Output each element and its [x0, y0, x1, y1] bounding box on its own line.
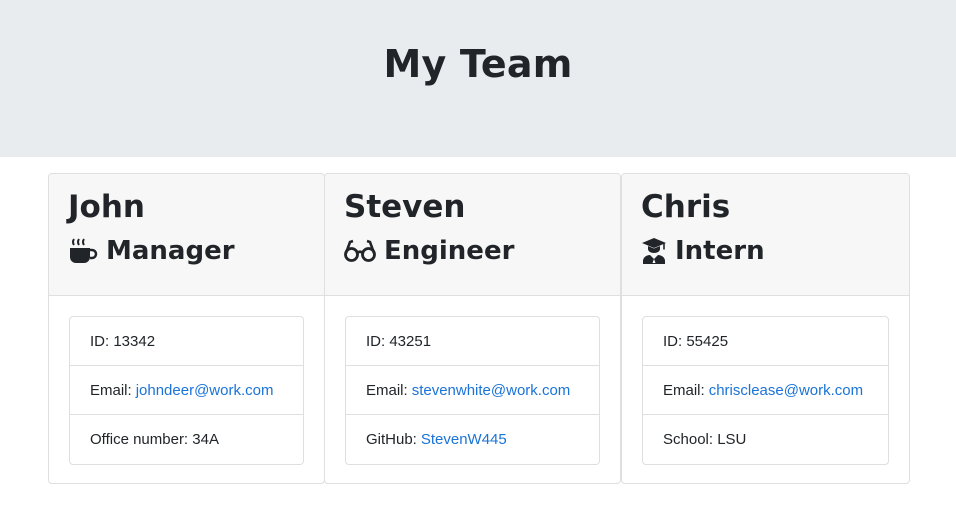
employee-name: John: [68, 189, 145, 225]
employee-card-engineer: Steven Engineer ID: 43251 Email: stevenw…: [324, 173, 621, 484]
card-body: ID: 55425 Email: chrisclease@work.com Sc…: [622, 296, 909, 465]
card-header: John Manager: [49, 174, 324, 296]
list-item-school: School: LSU: [643, 415, 888, 464]
email-link[interactable]: stevenwhite@work.com: [412, 382, 571, 399]
graduate-icon: [641, 237, 667, 265]
role-label: Intern: [675, 236, 765, 266]
employee-role: Intern: [641, 235, 890, 267]
list-item-id: ID: 13342: [70, 317, 303, 366]
office-number-text: Office number: 34A: [90, 431, 219, 448]
coffee-icon: [68, 238, 98, 264]
employee-name: Steven: [344, 189, 466, 225]
list-item-github: GitHub: StevenW445: [346, 415, 599, 464]
school-text: School: LSU: [663, 431, 747, 448]
info-list: ID: 43251 Email: stevenwhite@work.com Gi…: [345, 316, 600, 465]
role-label: Manager: [106, 236, 235, 266]
list-item-id: ID: 43251: [346, 317, 599, 366]
email-label: Email:: [663, 381, 705, 399]
id-text: ID: 43251: [366, 332, 432, 350]
list-item-email: Email: stevenwhite@work.com: [346, 366, 599, 415]
employee-role: Engineer: [344, 235, 601, 267]
email-link[interactable]: johndeer@work.com: [136, 382, 274, 399]
card-body: ID: 13342 Email: johndeer@work.com Offic…: [49, 296, 324, 465]
employee-card-intern: Chris Intern ID: 55425 Email: chriscleas…: [621, 173, 910, 484]
list-item-email: Email: chrisclease@work.com: [643, 366, 888, 415]
card-body: ID: 43251 Email: stevenwhite@work.com Gi…: [325, 296, 620, 465]
employee-name: Chris: [641, 189, 731, 225]
email-label: Email:: [90, 381, 132, 399]
id-text: ID: 55425: [663, 332, 729, 350]
role-label: Engineer: [384, 236, 515, 266]
email-link[interactable]: chrisclease@work.com: [709, 382, 863, 399]
page-title: My Team: [383, 41, 573, 86]
id-text: ID: 13342: [90, 332, 156, 350]
info-list: ID: 55425 Email: chrisclease@work.com Sc…: [642, 316, 889, 465]
card-header: Chris Intern: [622, 174, 909, 296]
list-item-id: ID: 55425: [643, 317, 888, 366]
list-item-office: Office number: 34A: [70, 415, 303, 464]
list-item-email: Email: johndeer@work.com: [70, 366, 303, 415]
employee-role: Manager: [68, 235, 305, 267]
card-header: Steven Engineer: [325, 174, 620, 296]
github-label: GitHub:: [366, 431, 417, 448]
github-link[interactable]: StevenW445: [421, 431, 507, 448]
email-label: Email:: [366, 381, 408, 399]
glasses-icon: [344, 239, 376, 263]
employee-card-manager: John Manager ID: 13342 Email: johndeer@w…: [48, 173, 325, 484]
page-header: My Team: [0, 0, 956, 157]
info-list: ID: 13342 Email: johndeer@work.com Offic…: [69, 316, 304, 465]
